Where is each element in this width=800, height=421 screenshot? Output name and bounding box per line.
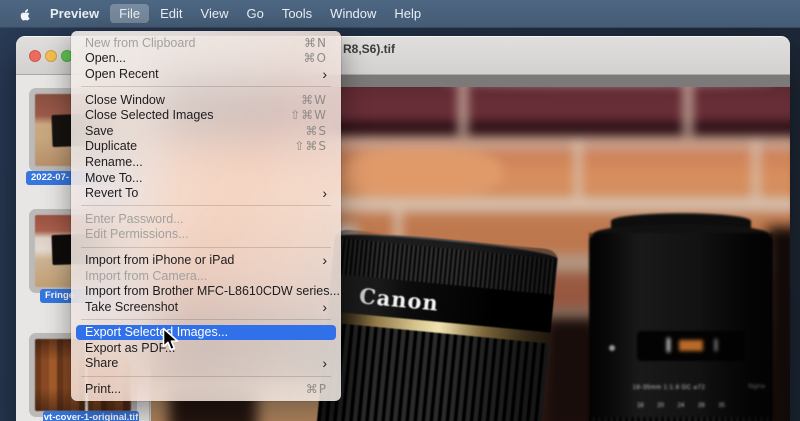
menu-item-shortcut: ⌘W <box>301 93 327 107</box>
menubar-item-file[interactable]: File <box>110 0 149 28</box>
sigma-screw <box>609 345 615 351</box>
menu-item-shortcut: ⌘P <box>306 382 327 396</box>
menu-item-label: Open... <box>85 51 126 65</box>
menu-item-shortcut: ⌘O <box>304 51 327 65</box>
menu-item-open-recent[interactable]: Open Recent › <box>71 66 341 82</box>
menu-separator <box>81 205 331 206</box>
menu-item-shortcut: ⇧⌘W <box>290 108 327 122</box>
sigma-zoom-ring <box>589 417 773 421</box>
menu-separator <box>81 319 331 320</box>
menu-item-label: Revert To <box>85 186 138 200</box>
menu-item-label: Share <box>85 356 118 370</box>
menu-item-take-screenshot[interactable]: Take Screenshot › <box>71 299 341 315</box>
menu-item-close-selected-images[interactable]: Close Selected Images ⇧⌘W <box>71 107 341 123</box>
menu-item-label: Close Window <box>85 93 165 107</box>
menu-item-export-selected-images[interactable]: Export Selected Images... <box>76 325 336 341</box>
menu-item-import-from-camera[interactable]: Import from Camera... <box>71 268 341 284</box>
canon-logo: Canon <box>328 280 440 315</box>
menu-item-duplicate[interactable]: Duplicate ⇧⌘S <box>71 139 341 155</box>
apple-menu[interactable] <box>18 6 33 21</box>
sigma-distance-window <box>637 331 745 361</box>
menubar-item-label: Help <box>394 6 421 21</box>
menubar-item-go[interactable]: Go <box>237 0 272 28</box>
sigma-lens: 18-35mm 1:1.8 DC ⌀72 Sigma 18 20 24 28 3… <box>589 213 773 421</box>
submenu-chevron-icon: › <box>322 253 327 267</box>
menubar-item-window[interactable]: Window <box>321 0 385 28</box>
menu-item-label: Close Selected Images <box>85 108 214 122</box>
menu-item-label: Import from Brother MFC-L8610CDW series.… <box>85 284 340 298</box>
sigma-lens-barrel: 18-35mm 1:1.8 DC ⌀72 Sigma 18 20 24 28 3… <box>589 233 773 421</box>
menubar-item-label: Window <box>330 6 376 21</box>
menu-item-shortcut: ⌘S <box>305 124 327 138</box>
menu-item-enter-password[interactable]: Enter Password... <box>71 211 341 227</box>
menubar-item-view[interactable]: View <box>192 0 238 28</box>
menu-item-label: Edit Permissions... <box>85 227 189 241</box>
menu-item-close-window[interactable]: Close Window ⌘W <box>71 92 341 108</box>
menu-item-share[interactable]: Share › <box>71 356 341 372</box>
menu-item-rename[interactable]: Rename... <box>71 154 341 170</box>
close-button[interactable] <box>29 50 41 62</box>
thumbnail-label: vt-cover-1-original.tif <box>43 411 139 421</box>
submenu-chevron-icon: › <box>322 186 327 200</box>
menu-item-edit-permissions[interactable]: Edit Permissions... <box>71 227 341 243</box>
menu-item-label: New from Clipboard <box>85 36 195 50</box>
menu-item-new-from-clipboard[interactable]: New from Clipboard ⌘N <box>71 35 341 51</box>
menu-item-revert-to[interactable]: Revert To › <box>71 185 341 201</box>
menubar-item-help[interactable]: Help <box>385 0 430 28</box>
canon-lens-focus-ring <box>331 238 557 295</box>
menu-item-label: Move To... <box>85 171 142 185</box>
menu-item-import-from-brother-mfc-l8610cdw-series[interactable]: Import from Brother MFC-L8610CDW series.… <box>71 283 341 299</box>
canon-lens-name-band: Canon <box>328 273 555 332</box>
window-title: R8,S6).tif <box>343 42 395 56</box>
sigma-brand-text: Sigma <box>748 384 765 390</box>
submenu-chevron-icon: › <box>322 356 327 370</box>
menu-item-print[interactable]: Print... ⌘P <box>71 381 341 397</box>
menu-separator <box>81 86 331 87</box>
menu-bar: Preview File Edit View Go Tools Window Help <box>0 0 800 28</box>
menu-item-label: Open Recent <box>85 67 159 81</box>
menu-item-label: Save <box>85 124 114 138</box>
menu-item-label: Export Selected Images... <box>85 325 228 339</box>
menubar-item-preview[interactable]: Preview <box>41 0 108 28</box>
canon-lens-gold-ring <box>327 311 551 343</box>
menu-item-open[interactable]: Open... ⌘O <box>71 51 341 67</box>
submenu-chevron-icon: › <box>322 300 327 314</box>
menubar-item-edit[interactable]: Edit <box>151 0 191 28</box>
menubar-item-label: File <box>110 4 149 23</box>
menu-item-shortcut: ⌘N <box>304 36 327 50</box>
file-dropdown-menu: New from Clipboard⌘NOpen...⌘OOpen Recent… <box>71 31 341 401</box>
menu-item-import-from-iphone-or-ipad[interactable]: Import from iPhone or iPad › <box>71 252 341 268</box>
sigma-spec-text: 18-35mm 1:1.8 DC ⌀72 <box>589 384 749 391</box>
menu-item-label: Rename... <box>85 155 143 169</box>
menubar-item-tools[interactable]: Tools <box>273 0 321 28</box>
menubar-item-label: Edit <box>160 6 182 21</box>
menubar-item-label: Preview <box>50 6 99 21</box>
menu-item-label: Import from iPhone or iPad <box>85 253 234 267</box>
apple-logo-icon <box>18 6 33 21</box>
submenu-chevron-icon: › <box>322 67 327 81</box>
menubar-item-label: Go <box>246 6 263 21</box>
mouse-cursor <box>162 327 181 358</box>
sigma-zoom-scale: 18 20 24 28 35 <box>603 403 759 409</box>
menu-item-shortcut: ⇧⌘S <box>294 139 327 153</box>
menu-item-label: Enter Password... <box>85 212 184 226</box>
menu-item-label: Take Screenshot <box>85 300 178 314</box>
menu-separator <box>81 247 331 248</box>
menu-separator <box>81 376 331 377</box>
minimize-button[interactable] <box>45 50 57 62</box>
canon-lens: Canon <box>315 229 558 421</box>
menu-item-label: Duplicate <box>85 139 137 153</box>
menu-item-label: Print... <box>85 382 121 396</box>
menu-item-label: Import from Camera... <box>85 269 207 283</box>
menu-item-save[interactable]: Save ⌘S <box>71 123 341 139</box>
menu-item-export-as-pdf[interactable]: Export as PDF... <box>71 340 341 356</box>
menubar-item-label: Tools <box>282 6 312 21</box>
menu-item-move-to[interactable]: Move To... <box>71 170 341 186</box>
menubar-item-label: View <box>201 6 229 21</box>
canon-lens-zoom-ring <box>315 322 549 421</box>
